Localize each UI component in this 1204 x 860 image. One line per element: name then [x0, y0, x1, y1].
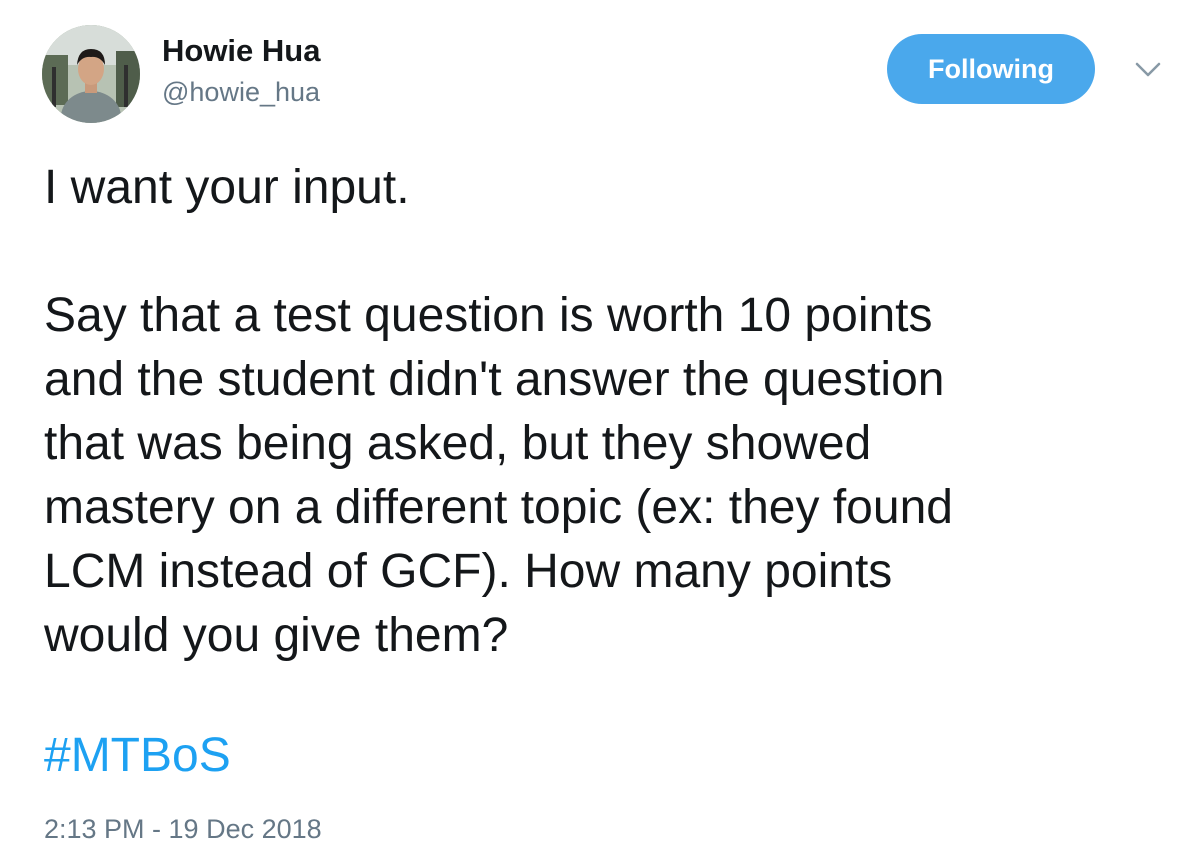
chevron-down-icon[interactable] — [1134, 60, 1162, 80]
tweet-line: that was being asked, but they showed — [44, 417, 872, 470]
tweet-text: I want your input. Say that a test quest… — [44, 156, 1164, 668]
author-avatar[interactable] — [42, 25, 140, 123]
following-button[interactable]: Following — [887, 34, 1095, 104]
profile-photo-icon — [42, 25, 140, 123]
hashtag-link[interactable]: #MTBoS — [44, 724, 231, 788]
tweet-card: Howie Hua @howie_hua Following I want yo… — [0, 0, 1204, 860]
tweet-line: Say that a test question is worth 10 poi… — [44, 289, 933, 342]
author-handle[interactable]: @howie_hua — [162, 76, 320, 108]
tweet-timestamp[interactable]: 2:13 PM - 19 Dec 2018 — [44, 812, 322, 846]
tweet-line: would you give them? — [44, 609, 509, 662]
tweet-line: and the student didn't answer the questi… — [44, 353, 945, 406]
tweet-line: I want your input. — [44, 161, 410, 214]
tweet-line: LCM instead of GCF). How many points — [44, 545, 893, 598]
tweet-line: mastery on a different topic (ex: they f… — [44, 481, 953, 534]
author-name[interactable]: Howie Hua — [162, 32, 320, 70]
